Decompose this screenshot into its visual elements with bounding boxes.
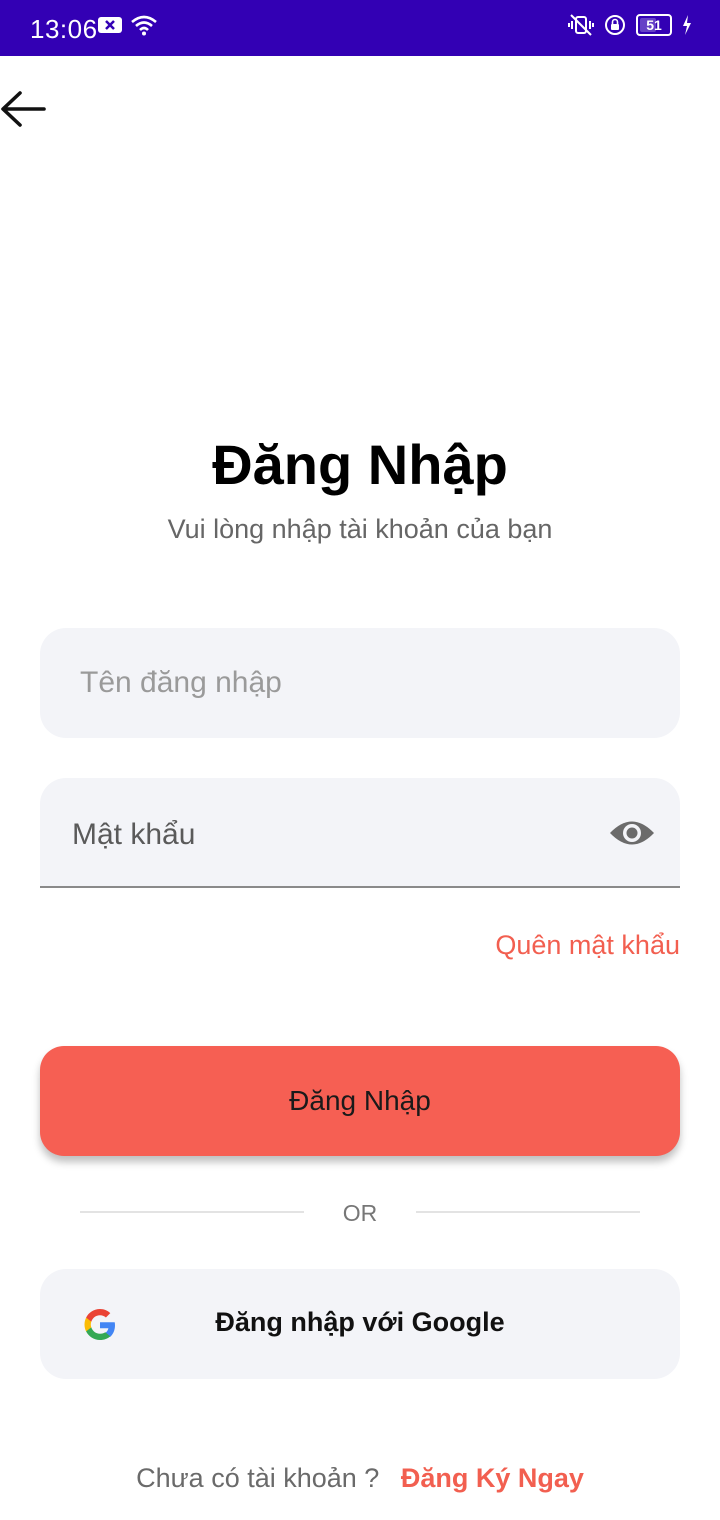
back-button[interactable]: [0, 88, 50, 130]
google-login-label: Đăng nhập với Google: [215, 1307, 505, 1337]
username-field: [40, 628, 680, 738]
wifi-icon: [131, 15, 157, 36]
password-visibility-toggle[interactable]: [608, 816, 656, 850]
status-bar: 13:06 51: [0, 0, 720, 56]
password-label: Mật khẩu: [72, 818, 196, 851]
status-time: 13:06: [30, 14, 98, 44]
divider-or-text: OR: [342, 1200, 378, 1226]
battery-indicator: 51: [636, 14, 672, 36]
battery-level: 51: [646, 17, 662, 33]
arrow-left-icon: [1, 91, 46, 127]
divider-right: [416, 1211, 640, 1213]
charging-icon: [683, 15, 691, 35]
status-right-icons: 51: [568, 14, 692, 36]
login-button[interactable]: Đăng Nhập: [40, 1046, 680, 1156]
signup-row: Chưa có tài khoản ? Đăng Ký Ngay: [0, 1463, 720, 1494]
notification-x-icon: [98, 17, 122, 33]
status-left-icons: [98, 14, 158, 36]
forgot-password-link[interactable]: Quên mật khẩu: [495, 930, 680, 961]
username-input[interactable]: [40, 628, 680, 738]
login-button-label: Đăng Nhập: [289, 1085, 431, 1116]
lock-rotation-icon: [605, 15, 625, 35]
signup-prompt: Chưa có tài khoản ?: [136, 1463, 380, 1493]
eye-icon: [610, 821, 654, 845]
password-field[interactable]: Mật khẩu: [40, 778, 680, 888]
vibrate-off-icon: [568, 14, 594, 36]
page-title: Đăng Nhập: [212, 433, 508, 496]
signup-link[interactable]: Đăng Ký Ngay: [401, 1463, 584, 1493]
google-login-button[interactable]: Đăng nhập với Google: [40, 1269, 680, 1379]
page-subtitle: Vui lòng nhập tài khoản của bạn: [167, 514, 553, 544]
